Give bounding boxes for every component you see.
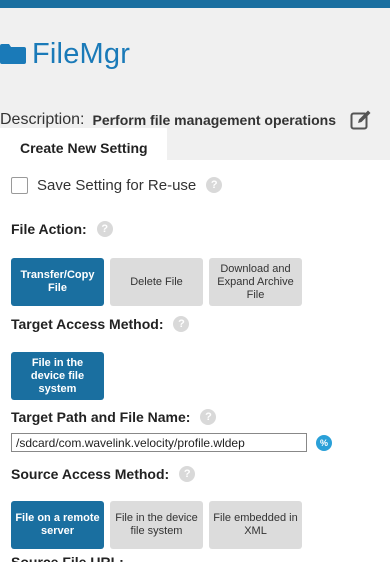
help-icon[interactable]: ? <box>179 466 196 482</box>
top-accent-bar <box>0 0 390 8</box>
app-title-text: FileMgr <box>32 37 131 70</box>
help-icon[interactable]: ? <box>173 316 190 332</box>
description-label: Description: <box>0 111 85 128</box>
help-icon[interactable]: ? <box>206 177 223 193</box>
source-embedded-xml-button[interactable]: File embedded in XML <box>209 501 302 549</box>
target-path-label-text: Target Path and File Name: <box>11 409 191 425</box>
edit-icon[interactable] <box>350 109 372 131</box>
target-device-file-system-button[interactable]: File in the device file system <box>11 352 104 400</box>
description-value: Perform file management operations <box>92 112 336 128</box>
target-access-method-options: File in the device file system <box>11 352 110 400</box>
save-setting-checkbox[interactable] <box>11 176 28 194</box>
source-access-method-label: Source Access Method: ? <box>11 464 196 484</box>
target-access-method-label: Target Access Method: ? <box>11 314 190 334</box>
percent-icon[interactable]: % <box>316 434 332 451</box>
delete-file-button[interactable]: Delete File <box>110 258 203 306</box>
save-setting-label: Save Setting for Re-use <box>37 176 197 194</box>
save-setting-row[interactable]: Save Setting for Re-use ? <box>11 174 223 196</box>
source-access-method-label-text: Source Access Method: <box>11 466 170 482</box>
target-access-method-label-text: Target Access Method: <box>11 316 164 332</box>
help-icon[interactable]: ? <box>200 409 217 425</box>
source-access-method-options: File on a remote server File in the devi… <box>11 501 308 549</box>
file-action-options: Transfer/Copy File Delete File Download … <box>11 258 308 306</box>
target-path-input[interactable] <box>11 433 307 452</box>
source-remote-server-button[interactable]: File on a remote server <box>11 501 104 549</box>
settings-form: Save Setting for Re-use ? File Action: ?… <box>0 160 390 562</box>
help-icon[interactable]: ? <box>96 221 113 237</box>
source-device-file-system-button[interactable]: File in the device file system <box>110 501 203 549</box>
transfer-copy-file-button[interactable]: Transfer/Copy File <box>11 258 104 306</box>
file-action-label: File Action: ? <box>11 219 113 239</box>
folder-icon <box>0 44 26 64</box>
download-expand-archive-button[interactable]: Download and Expand Archive File <box>209 258 302 306</box>
app-title: FileMgr <box>0 34 130 74</box>
source-file-url-label: Source File URL: <box>11 554 124 562</box>
target-path-label: Target Path and File Name: ? <box>11 407 217 427</box>
header: FileMgr Description: Perform file manage… <box>0 8 390 168</box>
target-path-row: % <box>11 433 332 452</box>
file-action-label-text: File Action: <box>11 221 87 237</box>
source-file-url-label-text: Source File URL: <box>11 554 124 562</box>
